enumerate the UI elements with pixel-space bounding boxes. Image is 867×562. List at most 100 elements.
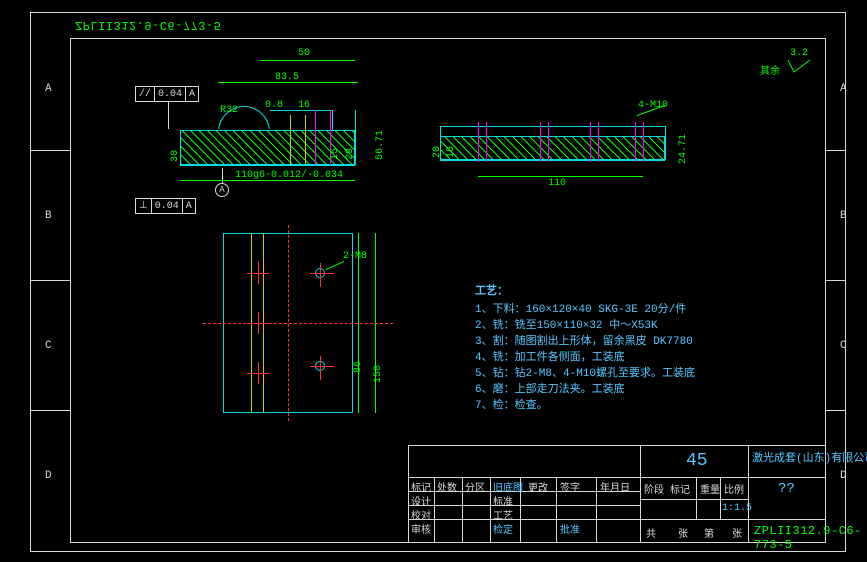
dim-15: 15 — [330, 148, 341, 160]
process-step-6: 6、磨：上部走刀法夹。工装底 — [475, 380, 625, 396]
cad-canvas: A B C D A B C D ZPLII312.9-C6-773-5 ZPLI… — [0, 0, 867, 562]
hatch-main — [180, 130, 355, 165]
surface-rest-label: 其余 — [760, 62, 780, 78]
tb-partname: ?? — [778, 481, 795, 497]
section-front-left: 50 83.5 0.8 16 R32 15 29 56.71 30 110g6-… — [180, 100, 400, 195]
process-step-1: 1、下料：160×120×40 SKG-3E 20分/件 — [475, 300, 686, 316]
hatch-side — [440, 136, 665, 160]
tb-r1: 处数 — [437, 479, 457, 495]
dim-5671: 56.71 — [375, 130, 386, 160]
row-label-a-left: A — [45, 83, 52, 95]
tb-b1: 张 — [678, 525, 688, 541]
tb-b3: 张 — [732, 525, 742, 541]
row-label-c-right: C — [840, 340, 847, 352]
edge — [440, 160, 665, 161]
tb-b2: 第 — [704, 525, 714, 541]
tb-m2: 重量 — [700, 481, 720, 497]
dim-50: 50 — [298, 48, 310, 59]
datum-leader — [222, 168, 223, 183]
thread — [548, 122, 549, 162]
hole-mark — [251, 366, 265, 380]
tb-b0: 共 — [646, 525, 656, 541]
tb-r2: 分区 — [465, 479, 485, 495]
hidden-line — [305, 115, 306, 165]
row-label-a-right: A — [840, 83, 847, 95]
row-label-d-left: D — [45, 470, 52, 482]
process-step-7: 7、检：检查。 — [475, 396, 548, 412]
callout-2m8: 2-M8 — [343, 251, 367, 262]
hidden-line — [290, 115, 291, 165]
dim-835: 83.5 — [275, 72, 299, 83]
datum-a: A — [215, 183, 229, 197]
drawing-number-top: ZPLII312.9-C6-773-5 — [75, 18, 221, 32]
dim-29: 29 — [345, 148, 356, 160]
edge-bot — [180, 165, 355, 166]
tick — [826, 150, 846, 151]
gdt-leader — [168, 101, 169, 129]
hole-mark — [251, 316, 265, 330]
surface-finish-global: 3.2 — [790, 48, 808, 59]
hole-2m8 — [315, 361, 325, 371]
tb-r5: 签字 — [560, 479, 580, 495]
dim-110tol: 110g6-0.012/-0.034 — [235, 170, 343, 181]
tick — [826, 410, 846, 411]
process-step-4: 4、铣：加工件各侧面，工装底 — [475, 348, 625, 364]
tb-r4: 更改 — [528, 479, 548, 495]
dim-16: 16 — [298, 100, 310, 111]
gdt-tol: 0.04 — [152, 199, 183, 213]
tb-r2r1: 批准 — [560, 521, 580, 537]
row-label-d-right: D — [840, 470, 847, 482]
thread — [635, 122, 636, 162]
gdt-parallelism: // 0.04 A — [135, 86, 199, 102]
gdt-sym: ⊥ — [136, 199, 152, 213]
tick — [30, 410, 70, 411]
gdt-tol: 0.04 — [155, 87, 186, 101]
row-label-b-right: B — [840, 210, 847, 222]
tb-company: 激光成套(山东)有限公司 — [752, 449, 867, 465]
title-block: 45 ?? 激光成套(山东)有限公司 标记 处数 分区 旧底图 更改 签字 年月… — [408, 445, 826, 543]
dim-r32: R32 — [220, 105, 238, 116]
dim-30: 30 — [170, 150, 181, 162]
tick — [826, 280, 846, 281]
section-plan: 2-M8 86 150 — [203, 233, 393, 413]
thread — [590, 122, 591, 162]
thread — [540, 122, 541, 162]
edge — [440, 126, 665, 127]
tb-scale: 1:1.5 — [722, 503, 752, 514]
dim-15: 15 — [446, 146, 457, 158]
dim-2471: 24.71 — [678, 134, 689, 164]
tb-r2r0: 检定 — [493, 521, 513, 537]
gdt-sym: // — [136, 87, 155, 101]
thread — [486, 122, 487, 162]
thread — [643, 122, 644, 162]
section-side-right: 20 15 24.71 110 4-M10 — [440, 118, 675, 178]
edge — [665, 126, 666, 160]
thread — [478, 122, 479, 162]
hole-mark — [251, 266, 265, 280]
dim-20: 20 — [432, 146, 443, 158]
edge-top — [180, 130, 355, 131]
gdt-datum: A — [183, 199, 195, 213]
process-step-2: 2、铣：铣至150×110×32 中～X53K — [475, 316, 658, 332]
ext-line — [358, 233, 359, 413]
tb-r6: 年月日 — [600, 479, 630, 495]
row-label-c-left: C — [45, 340, 52, 352]
centerline-h — [203, 323, 393, 324]
edge — [332, 110, 333, 130]
process-title: 工艺： — [475, 282, 508, 298]
tb-m1: 标记 — [670, 481, 690, 497]
dimline-110 — [478, 176, 643, 177]
tick — [30, 280, 70, 281]
process-step-5: 5、钻：钻2-M8、4-M10螺孔至要求。工装底 — [475, 364, 695, 380]
ext-line — [375, 233, 376, 413]
gdt-perpendicularity: ⊥ 0.04 A — [135, 198, 196, 214]
tick — [30, 150, 70, 151]
phantom — [315, 110, 316, 165]
gdt-datum: A — [186, 87, 198, 101]
centerline-v — [288, 225, 289, 421]
process-step-3: 3、割：随图割出上形体，留余黑皮 DK7780 — [475, 332, 693, 348]
tb-material: 45 — [686, 451, 708, 471]
hole-2m8 — [315, 268, 325, 278]
dim-08: 0.8 — [265, 100, 283, 111]
dim-110: 110 — [548, 178, 566, 189]
